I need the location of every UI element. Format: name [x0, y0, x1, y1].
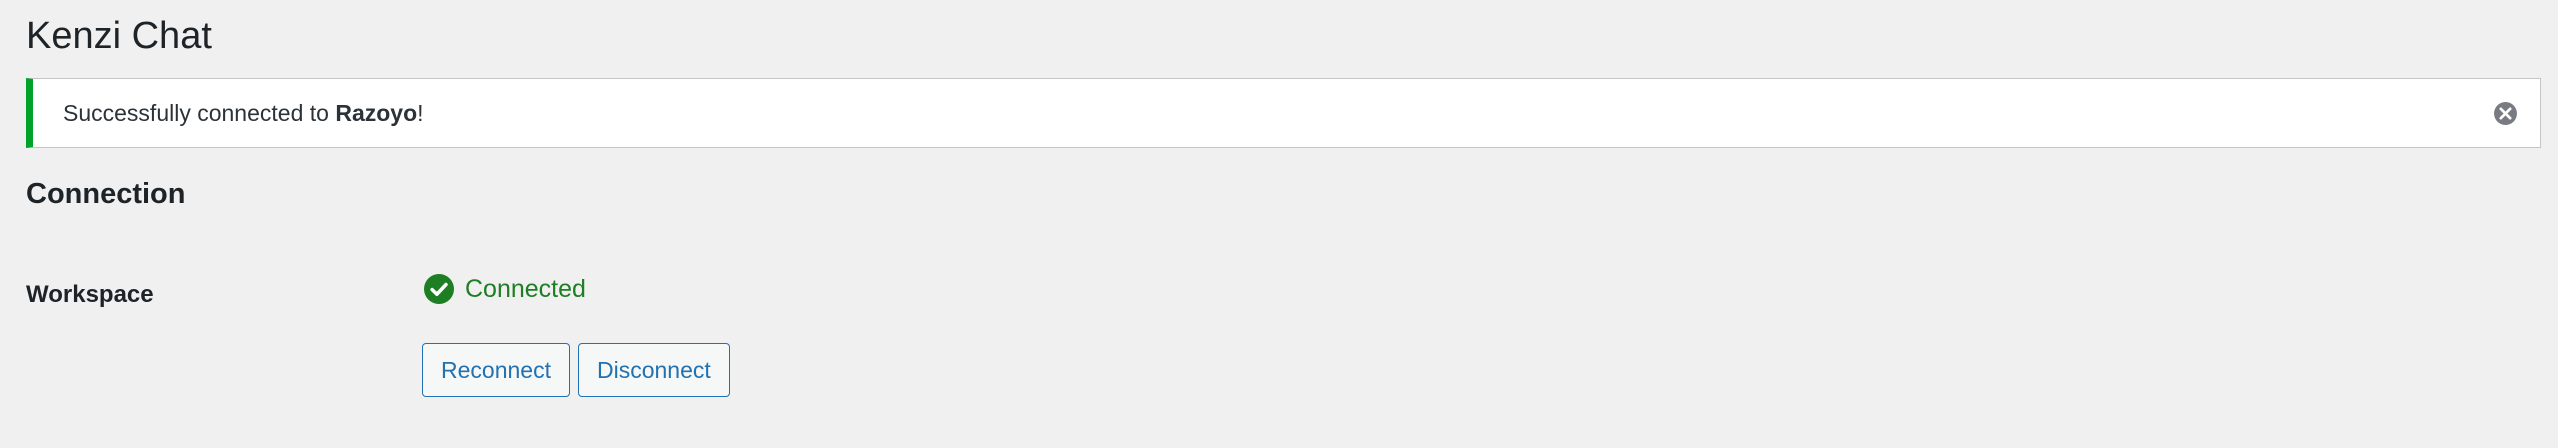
success-notice: Successfully connected to Razoyo!	[26, 78, 2541, 148]
notice-workspace-name: Razoyo	[335, 99, 418, 126]
section-title-connection: Connection	[26, 178, 186, 210]
notice-prefix: Successfully connected to	[63, 99, 336, 126]
connection-status: Connected	[424, 272, 586, 306]
notice-suffix: !	[417, 99, 424, 126]
check-circle-icon	[424, 274, 454, 304]
disconnect-button[interactable]: Disconnect	[577, 343, 730, 397]
workspace-label: Workspace	[26, 281, 154, 308]
reconnect-button[interactable]: Reconnect	[422, 343, 570, 397]
close-circle-icon[interactable]	[2493, 101, 2518, 126]
status-text: Connected	[465, 275, 586, 303]
connection-actions: Reconnect Disconnect	[422, 343, 730, 397]
page-title: Kenzi Chat	[26, 15, 212, 57]
notice-message: Successfully connected to Razoyo!	[63, 100, 424, 127]
